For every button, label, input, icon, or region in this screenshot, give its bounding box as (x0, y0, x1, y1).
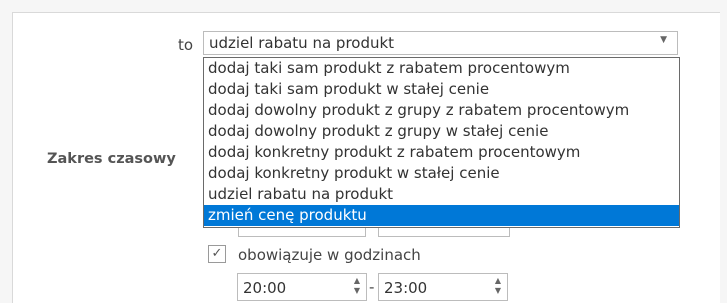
action-dropdown-list: dodaj taki sam produkt z rabatem procent… (203, 57, 680, 228)
dropdown-option[interactable]: udziel rabatu na produkt (204, 184, 679, 205)
hours-checkbox-label: obowiązuje w godzinach (238, 246, 421, 264)
action-select[interactable]: udziel rabatu na produkt ▼ (203, 31, 678, 55)
to-label: to (178, 36, 194, 54)
checkmark-icon: ✓ (211, 246, 223, 261)
time-to-input[interactable]: 23:00 ▲ ▼ (378, 273, 508, 301)
spin-arrows-icon[interactable]: ▲ ▼ (354, 276, 360, 296)
dropdown-option[interactable]: dodaj taki sam produkt z rabatem procent… (204, 58, 679, 79)
time-range-label: Zakres czasowy (47, 151, 176, 167)
chevron-down-icon[interactable]: ▼ (660, 35, 667, 45)
time-to-value: 23:00 (384, 279, 428, 297)
dropdown-option[interactable]: dodaj dowolny produkt z grupy z rabatem … (204, 100, 679, 121)
dropdown-option[interactable]: dodaj konkretny produkt z rabatem procen… (204, 142, 679, 163)
dropdown-option[interactable]: dodaj konkretny produkt w stałej cenie (204, 163, 679, 184)
dropdown-option-highlighted[interactable]: zmień cenę produktu (204, 205, 679, 226)
action-select-value: udziel rabatu na produkt (209, 34, 395, 52)
time-from-input[interactable]: 20:00 ▲ ▼ (237, 273, 367, 301)
dropdown-option[interactable]: dodaj taki sam produkt w stałej cenie (204, 79, 679, 100)
time-from-value: 20:00 (243, 279, 287, 297)
time-range-separator: - (369, 278, 375, 296)
spin-arrows-icon[interactable]: ▲ ▼ (495, 276, 501, 296)
dropdown-option[interactable]: dodaj dowolny produkt z grupy w stałej c… (204, 121, 679, 142)
hours-checkbox[interactable]: ✓ (208, 245, 226, 263)
